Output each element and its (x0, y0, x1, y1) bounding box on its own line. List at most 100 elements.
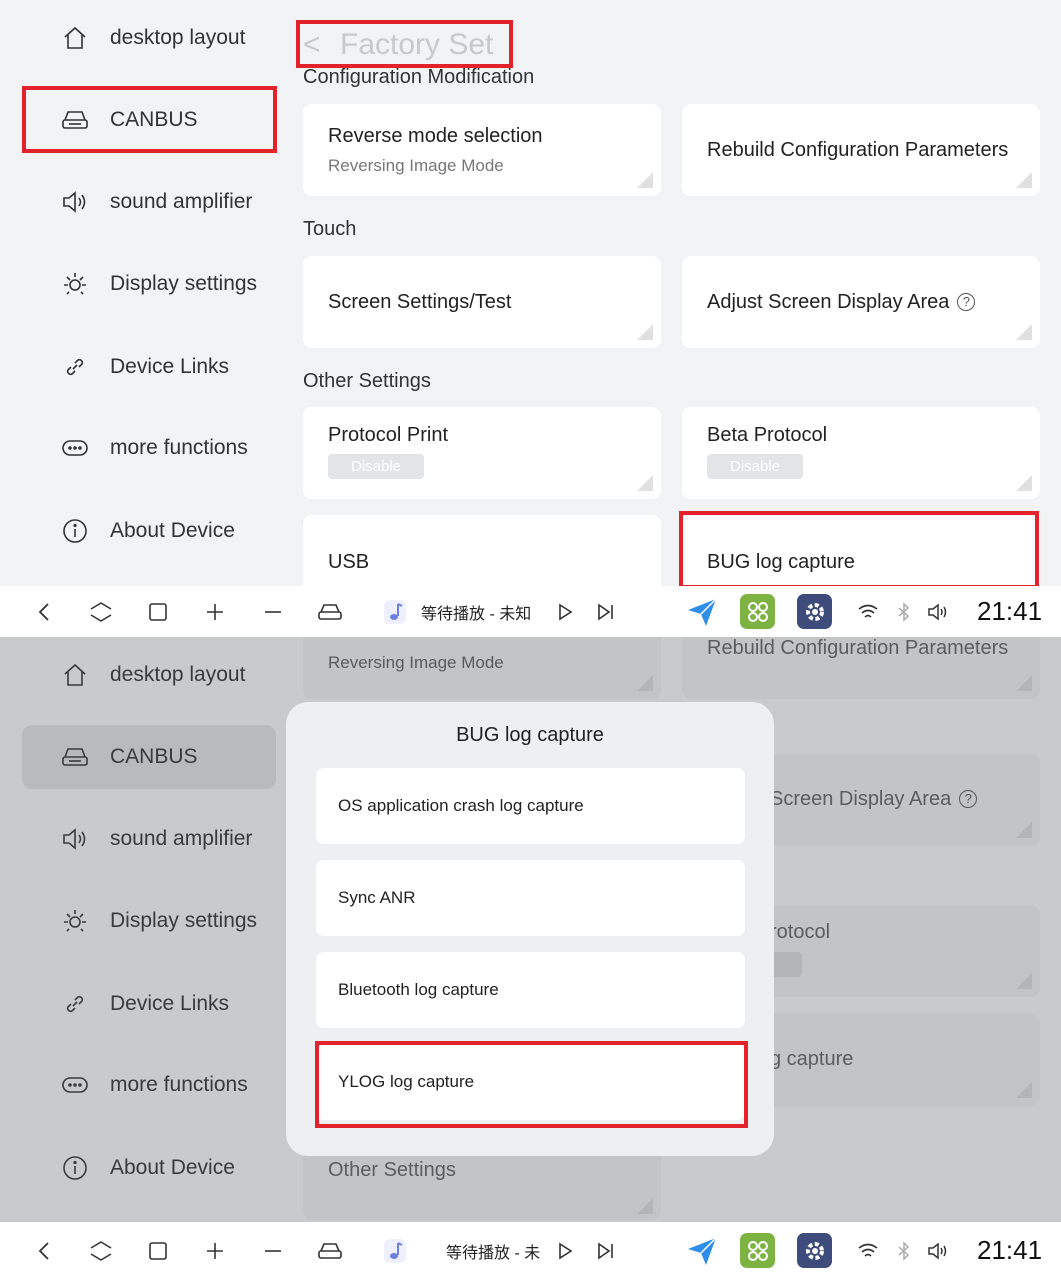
sidebar-item-label: About Device (110, 1156, 235, 1179)
link-icon (60, 989, 90, 1019)
sidebar-item-label: sound amplifier (110, 827, 253, 850)
back-icon[interactable] (24, 1222, 64, 1280)
more-icon (60, 1070, 90, 1100)
sidebar-item-sound-amplifier[interactable]: sound amplifier (22, 170, 276, 234)
back-icon[interactable] (24, 586, 64, 637)
volume-up-icon[interactable] (195, 586, 235, 637)
apps-grid-icon[interactable] (740, 594, 775, 629)
home-nav-icon[interactable] (81, 586, 121, 637)
home-nav-icon[interactable] (81, 1222, 121, 1280)
sidebar-item-device-links[interactable]: Device Links (22, 972, 276, 1036)
corner-indicator-icon (637, 324, 653, 340)
card-title: Other Settings (328, 1159, 456, 1181)
sidebar-item-desktop-layout[interactable]: desktop layout (22, 6, 276, 70)
card-title: Screen Display Area (770, 788, 952, 810)
highlight-box (315, 1041, 748, 1128)
car-nav-icon[interactable] (310, 1222, 350, 1280)
volume-up-icon[interactable] (195, 1222, 235, 1280)
option-label: Bluetooth log capture (338, 980, 499, 999)
sidebar-item-about-device[interactable]: About Device (22, 499, 276, 563)
screen-settings-card[interactable]: Screen Settings/Test (303, 256, 661, 348)
sidebar-item-label: more functions (110, 436, 248, 459)
navigation-app-icon[interactable] (684, 594, 719, 629)
card-value: Reversing Image Mode (328, 156, 504, 175)
corner-indicator-icon (1016, 172, 1032, 188)
sidebar-item-label: Display settings (110, 909, 258, 932)
system-nav-bar: 等待播放 - 未 21:41 (0, 1222, 1061, 1280)
music-note-icon[interactable] (375, 1222, 415, 1280)
card-title: g capture (770, 1048, 854, 1070)
reverse-mode-card[interactable]: Reverse mode selection Reversing Image M… (303, 104, 661, 196)
speaker-status-icon (918, 586, 958, 637)
play-icon[interactable] (545, 1222, 585, 1280)
sidebar-item-more-functions[interactable]: more functions (22, 1053, 276, 1117)
sidebar-item-sound-amplifier[interactable]: sound amplifier (22, 807, 276, 871)
card-title: Protocol Print (328, 424, 449, 446)
option-os-crash-log[interactable]: OS application crash log capture (316, 768, 745, 844)
sidebar-item-desktop-layout[interactable]: desktop layout (22, 643, 276, 707)
next-track-icon[interactable] (586, 586, 626, 637)
option-label: OS application crash log capture (338, 796, 584, 815)
settings-gear-icon[interactable] (797, 594, 832, 629)
status-badge: Disable (328, 454, 424, 479)
card-title: Adjust Screen Display Area (707, 291, 950, 313)
sidebar-item-label: more functions (110, 1073, 248, 1096)
beta-protocol-card[interactable]: Beta Protocol Disable (682, 407, 1040, 499)
option-label: Sync ANR (338, 888, 416, 907)
corner-indicator-icon (1016, 973, 1032, 989)
card-value: Reversing Image Mode (328, 653, 504, 672)
speaker-icon (60, 824, 90, 854)
car-icon (60, 742, 90, 772)
usb-card[interactable]: USB (303, 515, 661, 586)
sidebar-item-about-device[interactable]: About Device (22, 1136, 276, 1200)
help-icon[interactable]: ? (957, 293, 976, 311)
sidebar-item-more-functions[interactable]: more functions (22, 416, 276, 480)
option-sync-anr[interactable]: Sync ANR (316, 860, 745, 936)
corner-indicator-icon (1016, 675, 1032, 691)
next-track-icon[interactable] (586, 1222, 626, 1280)
status-badge (770, 952, 802, 977)
recents-icon[interactable] (138, 1222, 178, 1280)
highlight-box (22, 86, 277, 153)
rebuild-config-card[interactable]: Rebuild Configuration Parameters (682, 104, 1040, 196)
sidebar-item-canbus[interactable]: CANBUS (22, 725, 276, 789)
section-title-other: Other Settings (303, 370, 431, 392)
sidebar-item-display-settings[interactable]: Display settings (22, 889, 276, 953)
rebuild-config-card: Rebuild Configuration Parameters (682, 637, 1040, 699)
corner-indicator-icon (637, 1198, 653, 1214)
more-icon (60, 433, 90, 463)
status-badge: Disable (707, 454, 803, 479)
music-note-icon[interactable] (375, 586, 415, 637)
card-title-row: Screen Display Area? (770, 788, 978, 811)
clock: 21:41 (977, 596, 1043, 626)
sidebar-item-display-settings[interactable]: Display settings (22, 252, 276, 316)
brightness-icon (60, 906, 90, 936)
corner-indicator-icon (1016, 324, 1032, 340)
recents-icon[interactable] (138, 586, 178, 637)
option-bluetooth-log[interactable]: Bluetooth log capture (316, 952, 745, 1028)
sidebar-item-device-links[interactable]: Device Links (22, 335, 276, 399)
settings-gear-icon[interactable] (797, 1233, 832, 1268)
brightness-icon (60, 269, 90, 299)
adjust-display-card[interactable]: Adjust Screen Display Area? (682, 256, 1040, 348)
apps-grid-icon[interactable] (740, 1233, 775, 1268)
protocol-print-card[interactable]: Protocol Print Disable (303, 407, 661, 499)
clock: 21:41 (977, 1235, 1043, 1265)
navigation-app-icon[interactable] (684, 1233, 719, 1268)
sidebar-item-label: Device Links (110, 992, 230, 1015)
volume-down-icon[interactable] (253, 586, 293, 637)
section-title-config: Configuration Modification (303, 66, 535, 88)
highlight-box (679, 511, 1039, 586)
info-icon (60, 1153, 90, 1183)
speaker-icon (60, 187, 90, 217)
volume-down-icon[interactable] (253, 1222, 293, 1280)
home-icon (60, 23, 90, 53)
sidebar-item-label: sound amplifier (110, 190, 253, 213)
sidebar-item-label: desktop layout (110, 26, 246, 49)
play-icon[interactable] (545, 586, 585, 637)
corner-indicator-icon (1016, 822, 1032, 838)
car-nav-icon[interactable] (310, 586, 350, 637)
dialog-title: BUG log capture (456, 724, 604, 746)
reverse-mode-card: Reversing Image Mode (303, 637, 661, 699)
card-title: Reverse mode selection (328, 125, 543, 147)
